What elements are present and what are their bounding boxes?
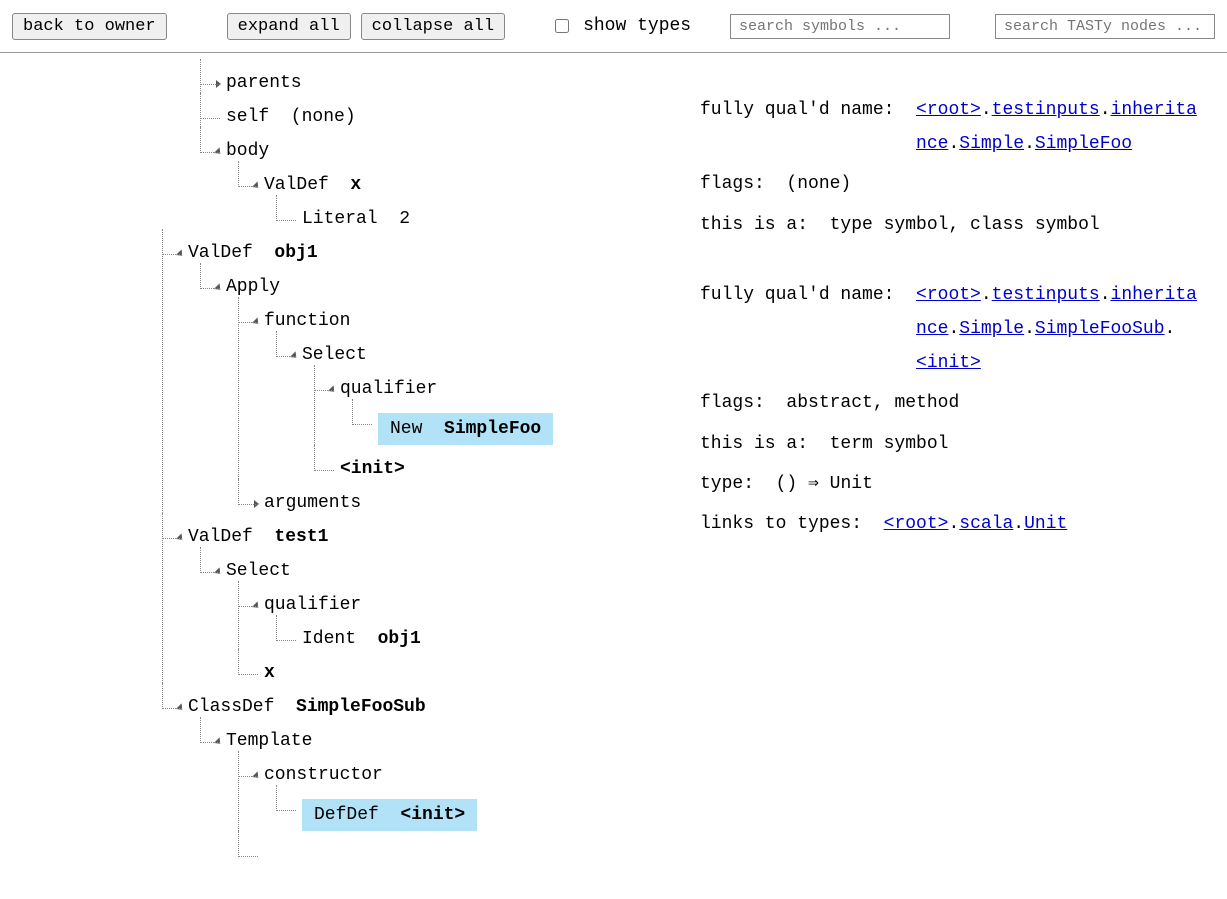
symbol-link[interactable]: scala: [959, 514, 1013, 534]
chevron-icon[interactable]: [252, 181, 261, 190]
symbol-link[interactable]: <root>: [916, 285, 981, 305]
chevron-icon[interactable]: [176, 533, 185, 542]
expand-all-button[interactable]: expand all: [227, 13, 351, 40]
tree-node-ident[interactable]: Ident obj1: [302, 629, 421, 649]
info-thisis-label: this is a:: [700, 208, 830, 242]
tree-node-select[interactable]: Select: [302, 345, 367, 365]
chevron-icon[interactable]: [252, 317, 261, 326]
tree-node-classdef[interactable]: ClassDef SimpleFooSub: [188, 697, 426, 717]
tree-panel: ructor parents self (none): [0, 53, 690, 899]
info-thisis1-value: type symbol, class symbol: [830, 208, 1197, 242]
tree-node-apply[interactable]: Apply: [226, 277, 280, 297]
symbol-link[interactable]: Simple: [959, 319, 1024, 339]
chevron-icon[interactable]: [254, 500, 259, 508]
info-links-value: <root>.scala.Unit: [884, 507, 1197, 541]
chevron-icon[interactable]: [328, 385, 337, 394]
tree-node-valdef-x[interactable]: ValDef x: [264, 175, 361, 195]
tree-node-self[interactable]: self (none): [226, 107, 356, 127]
tree-node-function[interactable]: function: [264, 311, 350, 331]
chevron-icon[interactable]: [214, 737, 223, 746]
search-symbols-input[interactable]: [730, 14, 950, 39]
info-flags2-value: abstract, method: [786, 386, 1197, 420]
symbol-link[interactable]: <root>: [916, 100, 981, 120]
tree-node-literal[interactable]: Literal 2: [302, 209, 410, 229]
tree-node-body[interactable]: body: [226, 141, 269, 161]
chevron-icon[interactable]: [216, 80, 221, 88]
info-links-label: links to types:: [700, 507, 884, 541]
tree-node-constructor[interactable]: constructor: [264, 765, 383, 785]
tree-node-valdef-test1[interactable]: ValDef test1: [188, 527, 328, 547]
chevron-icon[interactable]: [214, 567, 223, 576]
symbol-link[interactable]: SimpleFoo: [1035, 134, 1132, 154]
tree-node-defdef-init[interactable]: DefDef <init>: [302, 799, 477, 831]
show-types-label: show types: [583, 16, 691, 36]
tree-node-qualifier2[interactable]: qualifier: [264, 595, 361, 615]
info-flags-label2: flags:: [700, 386, 786, 420]
tree-node-new-simplefoo[interactable]: New SimpleFoo: [378, 413, 553, 445]
tree-node-qualifier[interactable]: qualifier: [340, 379, 437, 399]
toolbar: back to owner expand all collapse all sh…: [0, 0, 1227, 53]
show-types-checkbox[interactable]: [555, 19, 569, 33]
symbol-link[interactable]: Unit: [1024, 514, 1067, 534]
info-type-value: () ⇒ Unit: [776, 467, 1197, 501]
symbol-link[interactable]: Simple: [959, 134, 1024, 154]
chevron-icon[interactable]: [252, 601, 261, 610]
symbol-link[interactable]: SimpleFooSub: [1035, 319, 1165, 339]
back-to-owner-button[interactable]: back to owner: [12, 13, 167, 40]
tree-node-x[interactable]: x: [264, 663, 275, 683]
info-type-label: type:: [700, 467, 776, 501]
tree-node-arguments[interactable]: arguments: [264, 493, 361, 513]
symbol-link[interactable]: testinputs: [992, 100, 1100, 120]
tree-node-template[interactable]: Template: [226, 731, 312, 751]
info-fqn2-value: <root>.testinputs.inheritance.Simple.Sim…: [916, 278, 1197, 381]
chevron-icon[interactable]: [176, 249, 185, 258]
search-tasty-input[interactable]: [995, 14, 1215, 39]
info-fqn-label2: fully qual'd name:: [700, 278, 916, 381]
chevron-icon[interactable]: [290, 351, 299, 360]
info-thisis-label2: this is a:: [700, 427, 830, 461]
info-thisis2-value: term symbol: [830, 427, 1197, 461]
chevron-icon[interactable]: [252, 771, 261, 780]
tree-node-select2[interactable]: Select: [226, 561, 291, 581]
show-types-toggle[interactable]: show types: [555, 16, 691, 36]
info-flags-label: flags:: [700, 167, 786, 201]
symbol-link[interactable]: <init>: [916, 353, 981, 373]
chevron-icon[interactable]: [214, 147, 223, 156]
tree-node-init[interactable]: <init>: [340, 459, 405, 479]
info-panel: fully qual'd name: <root>.testinputs.inh…: [690, 53, 1227, 899]
info-fqn1-value: <root>.testinputs.inheritance.Simple.Sim…: [916, 93, 1197, 161]
collapse-all-button[interactable]: collapse all: [361, 13, 505, 40]
chevron-icon[interactable]: [214, 283, 223, 292]
symbol-link[interactable]: <root>: [884, 514, 949, 534]
tree-node-valdef-obj1[interactable]: ValDef obj1: [188, 243, 318, 263]
tree-node-parents[interactable]: parents: [226, 73, 302, 93]
symbol-link[interactable]: testinputs: [992, 285, 1100, 305]
info-fqn-label: fully qual'd name:: [700, 93, 916, 161]
info-flags1-value: (none): [786, 167, 1197, 201]
chevron-icon[interactable]: [176, 703, 185, 712]
